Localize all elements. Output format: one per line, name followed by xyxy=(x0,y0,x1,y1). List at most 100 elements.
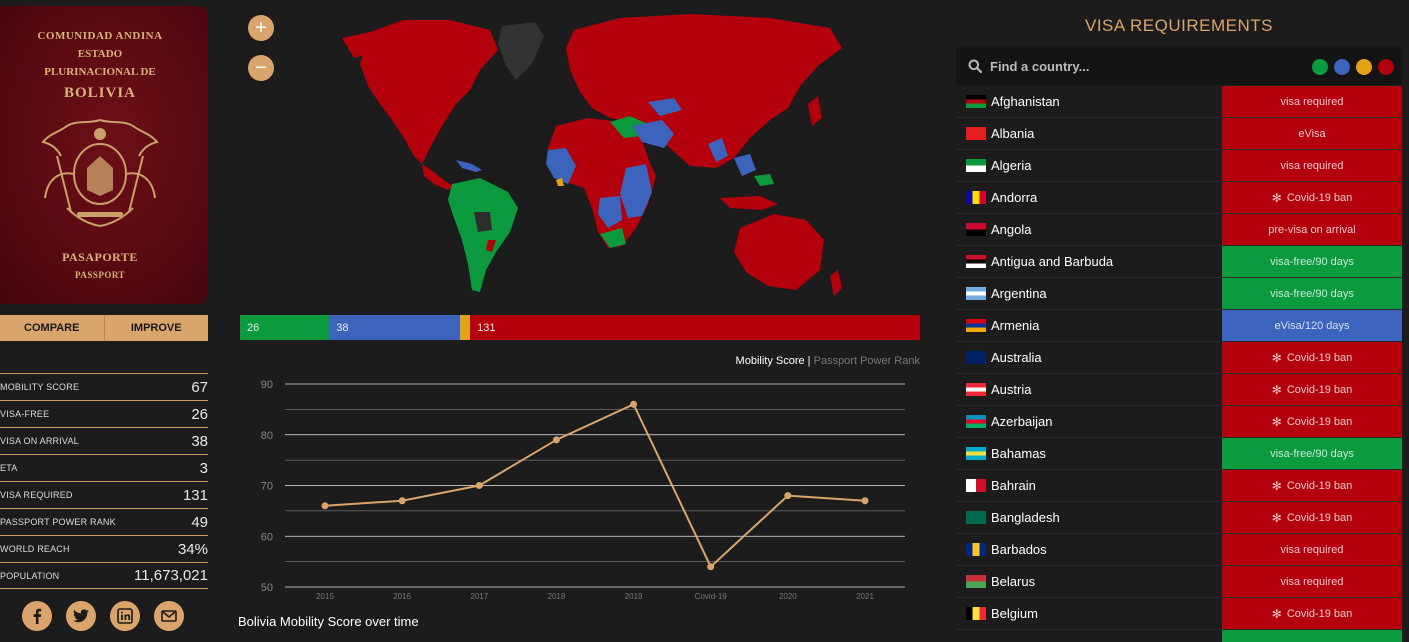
search-input[interactable] xyxy=(990,58,1290,74)
stat-row: VISA-FREE 26 xyxy=(0,400,208,427)
flag-icon xyxy=(966,287,986,300)
data-point[interactable] xyxy=(398,497,406,505)
country-name-cell: Belarus xyxy=(956,566,1222,597)
country-name: Barbados xyxy=(991,542,1047,557)
filter-dot[interactable] xyxy=(1378,59,1394,75)
country-row[interactable]: Argentina visa-free/90 days xyxy=(956,278,1402,310)
passport-pasaporte-text: PASAPORTE xyxy=(62,250,138,264)
coat-of-arms-icon xyxy=(41,119,159,228)
improve-button[interactable]: IMPROVE xyxy=(104,315,208,341)
country-name: Azerbaijan xyxy=(991,414,1053,429)
visa-status: ✻ Covid-19 ban xyxy=(1222,374,1402,405)
data-point[interactable] xyxy=(861,497,869,505)
visa-status-text: visa required xyxy=(1280,95,1344,108)
country-name: Afghanistan xyxy=(991,94,1060,109)
visa-status-text: Covid-19 ban xyxy=(1286,479,1353,492)
visa-status: visa required xyxy=(1222,86,1402,117)
partial-row-status xyxy=(1222,630,1402,642)
country-name: Andorra xyxy=(991,190,1038,205)
country-row[interactable]: Belgium ✻ Covid-19 ban xyxy=(956,598,1402,630)
legend-separator: | xyxy=(804,355,814,367)
data-point[interactable] xyxy=(630,400,638,408)
country-name-cell: Andorra xyxy=(956,182,1222,213)
bar-segment[interactable]: 26 xyxy=(240,315,330,340)
country-name: Algeria xyxy=(991,158,1032,173)
passport-union-text: COMUNIDAD ANDINA xyxy=(37,30,163,42)
country-name-cell: Afghanistan xyxy=(956,86,1222,117)
flag-icon xyxy=(966,511,986,524)
filter-dot[interactable] xyxy=(1356,59,1372,75)
flag-icon xyxy=(966,447,986,460)
virus-icon: ✻ xyxy=(1271,606,1282,621)
country-name-cell: Algeria xyxy=(956,150,1222,181)
country-row[interactable]: Algeria visa required xyxy=(956,150,1402,182)
facebook-icon[interactable] xyxy=(22,601,52,631)
action-buttons: COMPARE IMPROVE xyxy=(0,315,208,341)
country-row[interactable]: Australia ✻ Covid-19 ban xyxy=(956,342,1402,374)
country-row[interactable]: Belarus visa required xyxy=(956,566,1402,598)
stat-value: 38 xyxy=(191,432,208,450)
compare-button[interactable]: COMPARE xyxy=(0,315,105,341)
world-map[interactable] xyxy=(330,8,850,304)
data-point[interactable] xyxy=(475,482,483,489)
country-name-cell: Argentina xyxy=(956,278,1222,309)
visa-status: ✻ Covid-19 ban xyxy=(1222,598,1402,629)
country-row[interactable]: Albania eVisa xyxy=(956,118,1402,150)
x-tick-label: 2015 xyxy=(316,592,334,601)
country-row[interactable]: Austria ✻ Covid-19 ban xyxy=(956,374,1402,406)
zoom-in-button[interactable]: + xyxy=(248,15,274,41)
country-row[interactable]: Afghanistan visa required xyxy=(956,86,1402,118)
visa-status: visa required xyxy=(1222,150,1402,181)
country-name: Angola xyxy=(991,222,1032,237)
filter-dot[interactable] xyxy=(1312,59,1328,75)
y-tick-label: 70 xyxy=(261,481,273,493)
country-row[interactable]: Armenia eVisa/120 days xyxy=(956,310,1402,342)
email-icon[interactable] xyxy=(154,601,184,631)
visa-status-text: eVisa xyxy=(1298,127,1326,140)
zoom-out-button[interactable]: − xyxy=(248,55,274,81)
stat-value: 131 xyxy=(182,486,208,504)
filter-dot[interactable] xyxy=(1334,59,1350,75)
visa-status-text: Covid-19 ban xyxy=(1286,191,1353,204)
data-point[interactable] xyxy=(707,563,715,571)
stat-value: 26 xyxy=(191,405,208,423)
bar-segment[interactable]: 131 xyxy=(470,315,920,340)
country-name: Belgium xyxy=(991,606,1038,621)
map-region-new-zealand xyxy=(830,270,842,296)
app-root: COMUNIDAD ANDINA ESTADO PLURINACIONAL DE… xyxy=(0,0,1409,642)
country-row[interactable]: Antigua and Barbuda visa-free/90 days xyxy=(956,246,1402,278)
x-tick-label: Covid-19 xyxy=(695,592,728,601)
country-row[interactable]: Bahrain ✻ Covid-19 ban xyxy=(956,470,1402,502)
visa-status: ✻ Covid-19 ban xyxy=(1222,406,1402,437)
country-name-cell: Azerbaijan xyxy=(956,406,1222,437)
visa-status-text: visa-free/90 days xyxy=(1270,447,1354,460)
linkedin-icon[interactable] xyxy=(110,601,140,631)
data-point[interactable] xyxy=(784,492,792,500)
virus-icon: ✻ xyxy=(1271,510,1282,525)
flag-icon xyxy=(966,607,986,620)
bar-segment[interactable] xyxy=(459,315,471,340)
map-region-japan xyxy=(808,96,822,126)
visa-status: ✻ Covid-19 ban xyxy=(1222,470,1402,501)
virus-icon: ✻ xyxy=(1271,478,1282,493)
flag-icon xyxy=(966,127,986,140)
country-row[interactable]: Azerbaijan ✻ Covid-19 ban xyxy=(956,406,1402,438)
data-point[interactable] xyxy=(321,502,329,510)
passport-power-rank-toggle[interactable]: Passport Power Rank xyxy=(814,355,920,367)
data-point[interactable] xyxy=(552,436,560,444)
visa-status: visa-free/90 days xyxy=(1222,278,1402,309)
bar-segment[interactable]: 38 xyxy=(329,315,460,340)
country-row[interactable]: Bahamas visa-free/90 days xyxy=(956,438,1402,470)
mobility-score-toggle[interactable]: Mobility Score xyxy=(736,355,805,367)
country-row[interactable]: Barbados visa required xyxy=(956,534,1402,566)
stat-label: VISA ON ARRIVAL xyxy=(0,436,79,446)
country-row[interactable]: Andorra ✻ Covid-19 ban xyxy=(956,182,1402,214)
country-row[interactable]: Angola pre-visa on arrival xyxy=(956,214,1402,246)
visa-status-text: visa-free/90 days xyxy=(1270,255,1354,268)
twitter-icon[interactable] xyxy=(66,601,96,631)
map-region-caribbean xyxy=(456,160,482,172)
country-row[interactable]: Bangladesh ✻ Covid-19 ban xyxy=(956,502,1402,534)
y-tick-label: 90 xyxy=(261,379,273,391)
flag-icon xyxy=(966,383,986,396)
flag-icon xyxy=(966,255,986,268)
